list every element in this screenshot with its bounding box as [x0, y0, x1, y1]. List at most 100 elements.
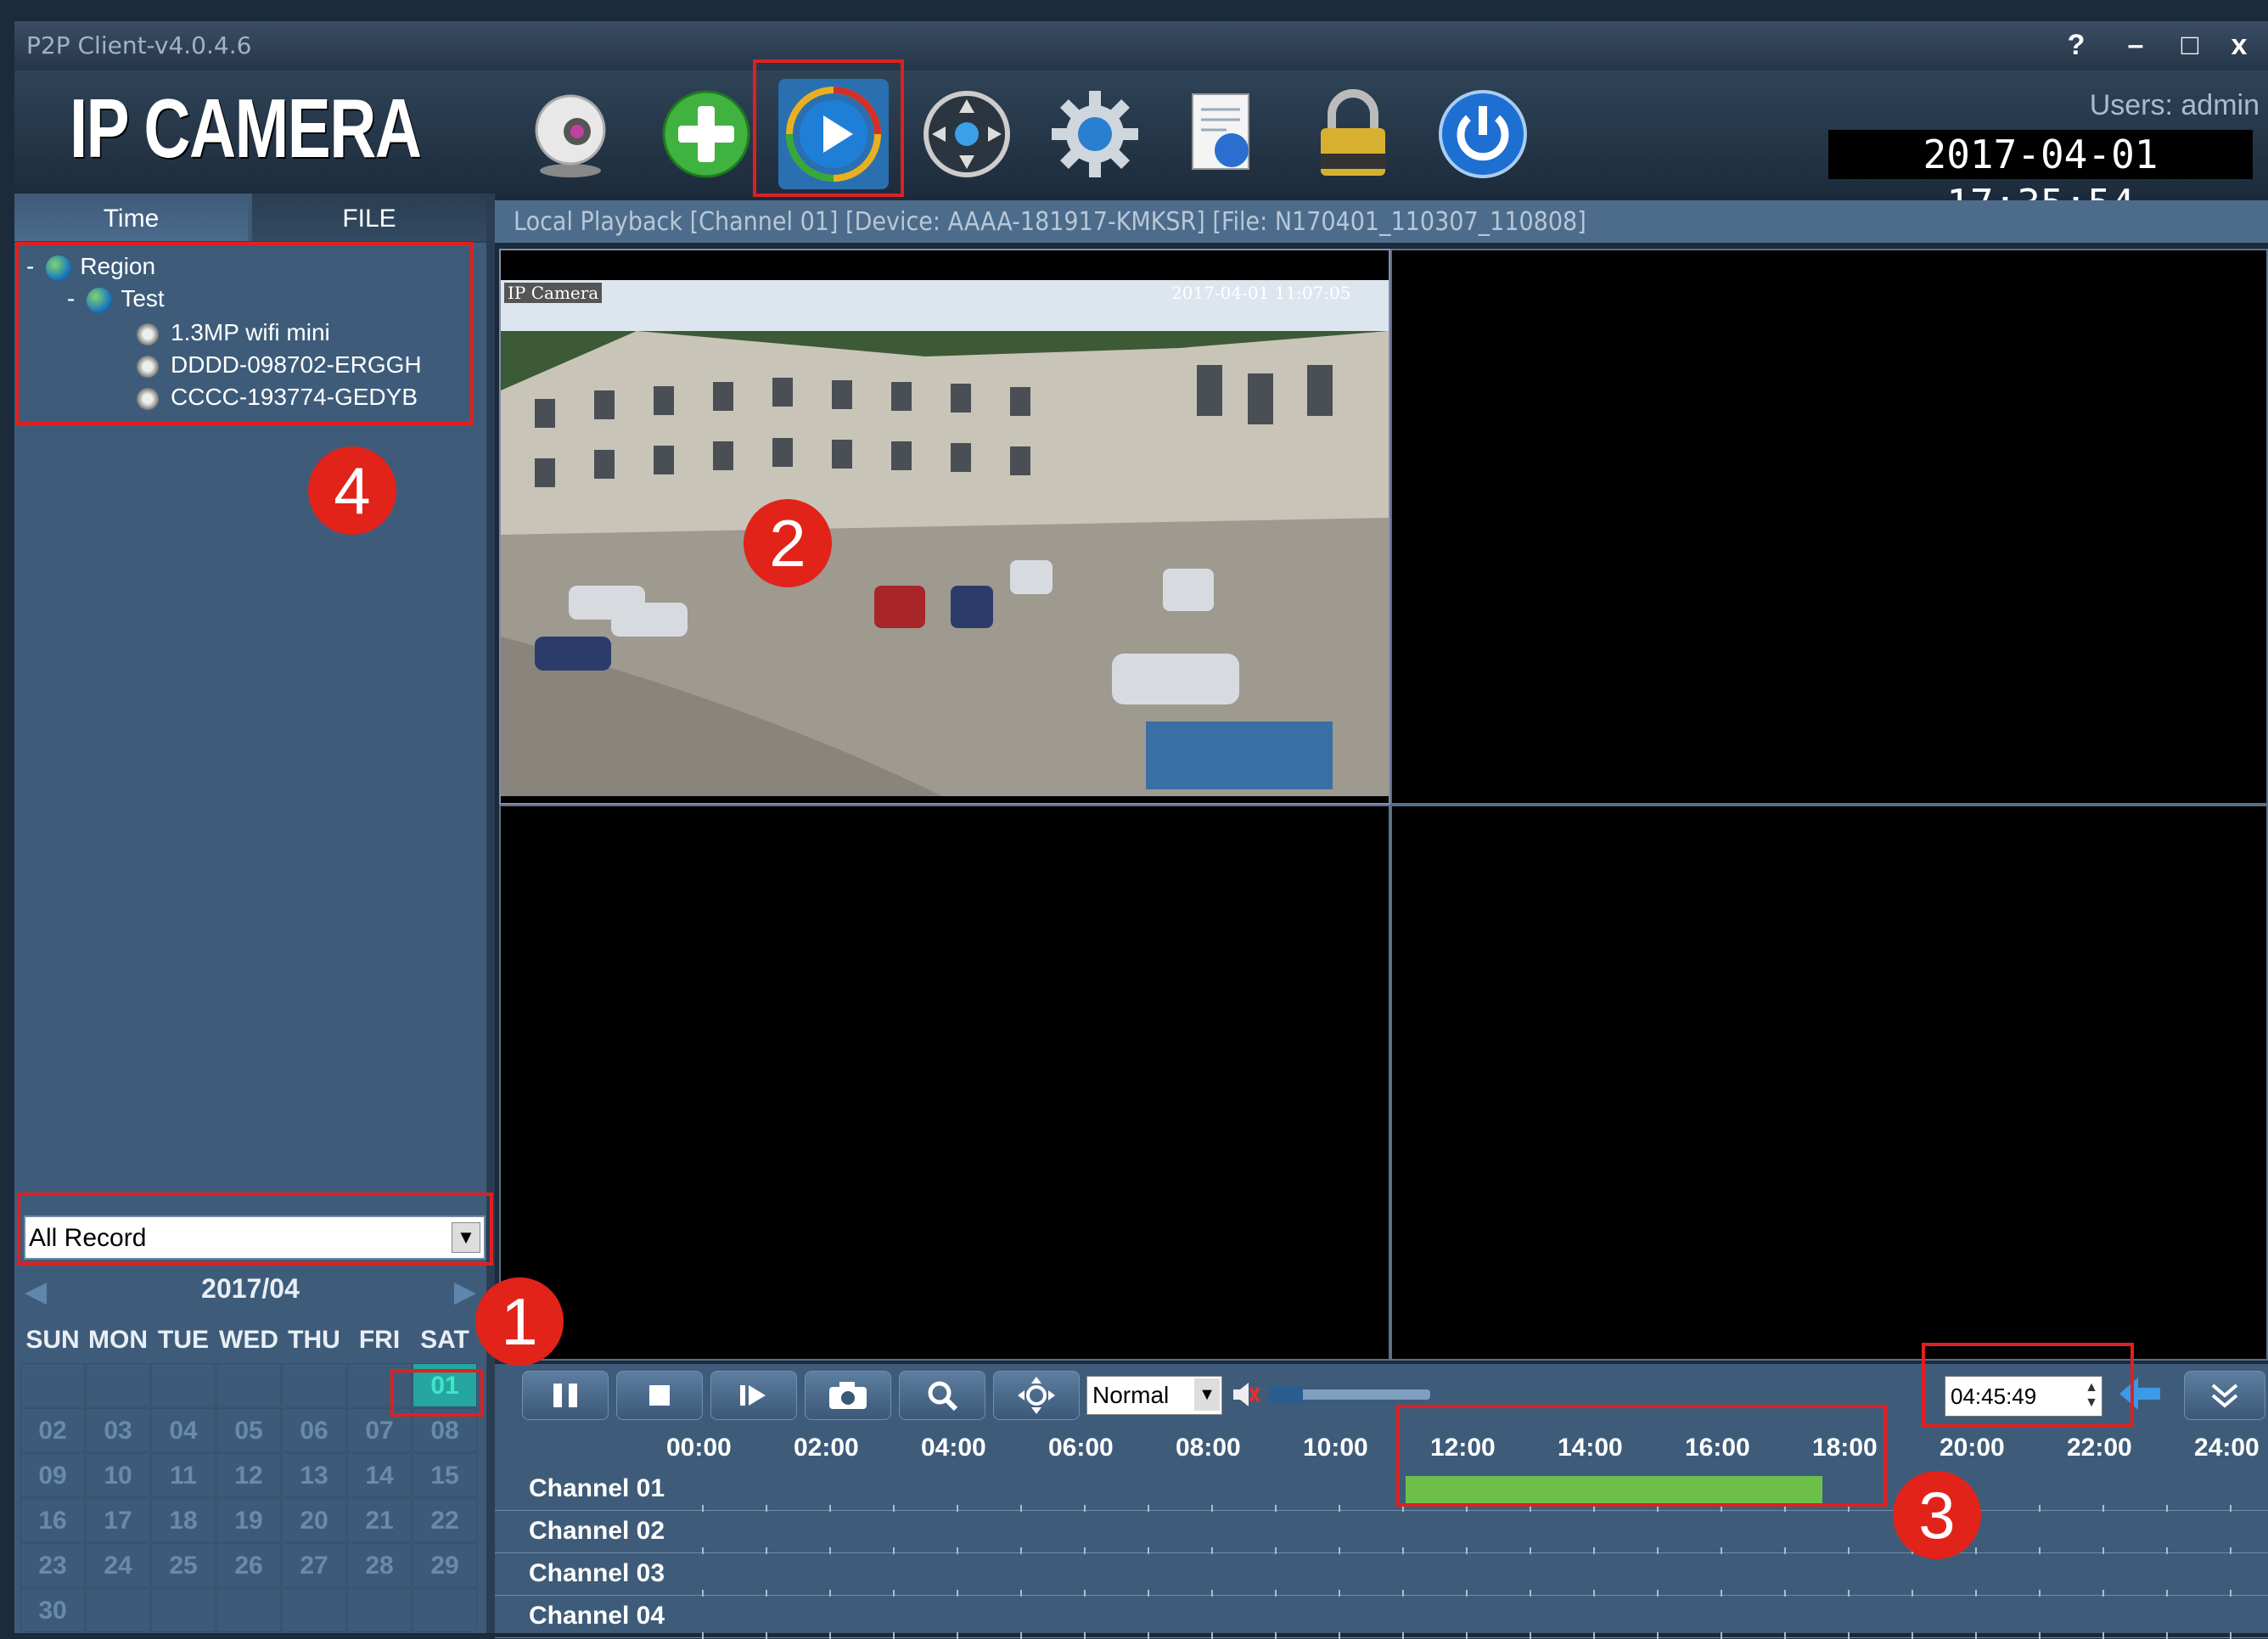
calendar-day[interactable]: 17 [86, 1498, 150, 1542]
calendar-day[interactable]: 24 [86, 1543, 150, 1587]
datetime-display: 2017-04-01 17:35:54 [1828, 130, 2253, 227]
calendar-day[interactable]: 27 [282, 1543, 346, 1587]
calendar-day[interactable]: 15 [413, 1453, 477, 1497]
calendar-header: ◀ 2017/04 ▶ [14, 1265, 486, 1314]
title-bar: P2P Client-v4.0.4.6 ? – □ x [14, 21, 2268, 70]
calendar-day[interactable]: 26 [216, 1543, 281, 1587]
timeline-channel-row[interactable]: Channel 03 [495, 1552, 2268, 1597]
timeline-hour-label: 04:00 [921, 1434, 986, 1462]
stop-icon [649, 1385, 670, 1406]
panel-splitter[interactable] [486, 194, 495, 1633]
video-frame [501, 280, 1389, 796]
stop-button[interactable] [616, 1371, 703, 1420]
tab-time[interactable]: Time [14, 194, 248, 241]
next-month-icon[interactable]: ▶ [454, 1275, 476, 1309]
maximize-button[interactable]: □ [2168, 25, 2212, 65]
calendar-day[interactable]: 28 [347, 1543, 412, 1587]
timeline-hour-label: 10:00 [1303, 1434, 1368, 1462]
playback-info-text: Local Playback [Channel 01] [Device: AAA… [514, 207, 1586, 237]
help-button[interactable]: ? [2054, 25, 2098, 65]
calendar-day[interactable]: 25 [151, 1543, 216, 1587]
settings-button[interactable] [1040, 79, 1150, 189]
lock-icon [1321, 89, 1385, 176]
calendar-day[interactable]: 23 [20, 1543, 85, 1587]
add-device-button[interactable] [651, 79, 761, 189]
timeline-channel-row[interactable]: Channel 04 [495, 1595, 2268, 1639]
annotation-box-playback [753, 59, 904, 197]
calendar-day[interactable]: 20 [282, 1498, 346, 1542]
calendar-day[interactable]: 09 [20, 1453, 85, 1497]
calendar-empty-cell [86, 1588, 150, 1632]
calendar-day[interactable]: 05 [216, 1408, 281, 1452]
calendar-weekday: FRI [358, 1326, 401, 1354]
timeline-channel-row[interactable]: Channel 01 [495, 1468, 2268, 1512]
video-pane-1[interactable]: IP Camera 2017-04-01 11:07:05 [499, 249, 1390, 805]
timeline[interactable]: 00:00 02:00 04:00 06:00 08:00 10:00 12:00 14:00… [495, 1425, 2268, 1639]
calendar-day[interactable]: 10 [86, 1453, 150, 1497]
playback-speed-select[interactable]: Normal ▼ [1086, 1376, 1222, 1415]
video-pane-4[interactable] [1390, 805, 2268, 1361]
calendar-empty-cell [413, 1588, 477, 1632]
mute-speaker-icon[interactable] [1230, 1379, 1260, 1414]
calendar-day[interactable]: 14 [347, 1453, 412, 1497]
logout-button[interactable] [1428, 79, 1538, 189]
timeline-tick [1784, 1632, 1786, 1639]
timeline-tick [957, 1632, 958, 1639]
fullscreen-button[interactable] [993, 1371, 1080, 1420]
calendar-day[interactable]: 11 [151, 1453, 216, 1497]
calendar-day[interactable]: 22 [413, 1498, 477, 1542]
tab-file[interactable]: FILE [252, 194, 486, 241]
timeline-tick [829, 1632, 831, 1639]
timeline-hour-label: 24:00 [2194, 1434, 2260, 1462]
calendar-day[interactable]: 02 [20, 1408, 85, 1452]
volume-slider-thumb[interactable] [1269, 1386, 1303, 1403]
video-overlay-timestamp: 2017-04-01 11:07:05 [1171, 283, 1351, 303]
annotation-box-device-tree [15, 242, 474, 425]
close-button[interactable]: x [2217, 25, 2261, 65]
video-pane-2[interactable] [1390, 249, 2268, 805]
pause-icon [553, 1384, 577, 1407]
timeline-tick [1339, 1632, 1340, 1639]
calendar-empty-cell [20, 1363, 85, 1407]
calendar-day[interactable]: 16 [20, 1498, 85, 1542]
timeline-channel-row[interactable]: Channel 02 [495, 1510, 2268, 1554]
timeline-tick [1402, 1632, 1404, 1639]
snapshot-button[interactable] [805, 1371, 891, 1420]
calendar-day[interactable]: 12 [216, 1453, 281, 1497]
pause-button[interactable] [522, 1371, 609, 1420]
add-device-icon [662, 90, 750, 178]
timeline-tick [1721, 1632, 1722, 1639]
calendar-day[interactable]: 13 [282, 1453, 346, 1497]
live-view-button[interactable] [515, 79, 626, 189]
calendar-day[interactable]: 30 [20, 1588, 85, 1632]
collapse-panel-button[interactable] [2184, 1371, 2265, 1420]
ptz-button[interactable] [912, 79, 1022, 189]
timeline-hour-label: 06:00 [1048, 1434, 1114, 1462]
calendar-day[interactable]: 04 [151, 1408, 216, 1452]
volume-slider[interactable] [1269, 1386, 1430, 1403]
calendar-day[interactable]: 03 [86, 1408, 150, 1452]
calendar-empty-cell [216, 1588, 281, 1632]
timeline-channel-label: Channel 03 [529, 1559, 665, 1587]
zoom-button[interactable] [899, 1371, 985, 1420]
minimize-button[interactable]: – [2114, 25, 2158, 65]
timeline-tick [1975, 1632, 1977, 1639]
lock-button[interactable] [1298, 79, 1408, 189]
timeline-tick [1593, 1632, 1595, 1639]
timeline-tick [1657, 1632, 1659, 1639]
step-forward-button[interactable] [710, 1371, 797, 1420]
calendar-day[interactable]: 19 [216, 1498, 281, 1542]
calendar-day[interactable]: 18 [151, 1498, 216, 1542]
settings-gear-icon [1052, 91, 1138, 177]
ptz-control-icon [923, 91, 1010, 177]
chevron-down-icon[interactable]: ▼ [1194, 1378, 1220, 1411]
calendar-weekday: SAT [420, 1326, 469, 1354]
calendar-empty-cell [282, 1588, 346, 1632]
calendar-day[interactable]: 21 [347, 1498, 412, 1542]
calendar-empty-cell [151, 1588, 216, 1632]
log-button[interactable] [1167, 79, 1277, 189]
calendar-day[interactable]: 29 [413, 1543, 477, 1587]
calendar-day[interactable]: 06 [282, 1408, 346, 1452]
video-pane-3[interactable] [499, 805, 1390, 1361]
app-title: P2P Client-v4.0.4.6 [26, 31, 252, 59]
